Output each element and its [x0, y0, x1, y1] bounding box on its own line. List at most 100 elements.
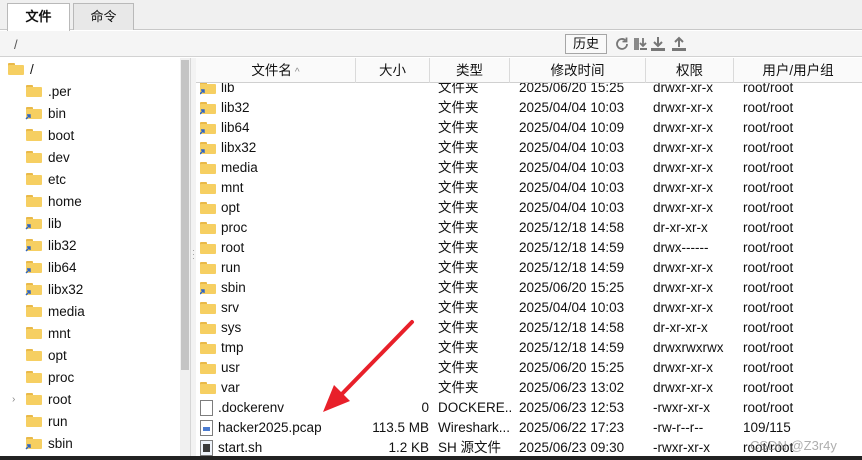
folder-link-icon — [25, 437, 42, 450]
table-row[interactable]: libx32 文件夹 2025/04/04 10:03 drwxr-xr-x root/… — [196, 138, 862, 158]
file-type-cell: 文件夹 — [438, 320, 479, 335]
sidebar-item-mnt[interactable]: mnt — [26, 322, 71, 344]
history-button[interactable]: 历史 — [565, 34, 607, 54]
file-mtime-cell: 2025/04/04 10:03 — [519, 180, 625, 195]
table-row[interactable]: root 文件夹 2025/12/18 14:59 drwx------ root/ro… — [196, 238, 862, 258]
file-size-cell — [356, 258, 429, 278]
tree-scrollbar[interactable] — [180, 58, 190, 460]
table-row[interactable]: proc 文件夹 2025/12/18 14:58 dr-xr-xr-x root/ro… — [196, 218, 862, 238]
table-row[interactable]: hacker2025.pcap 113.5 MB Wireshark... 2025/… — [196, 418, 862, 438]
file-type-cell: 文件夹 — [438, 340, 479, 355]
sidebar-item-dev[interactable]: dev — [26, 146, 70, 168]
file-permissions-cell: drwxr-xr-x — [653, 160, 713, 175]
sidebar-item-lib[interactable]: lib — [25, 212, 62, 234]
file-owner-cell: root/root — [743, 83, 794, 95]
table-row[interactable]: sys 文件夹 2025/12/18 14:58 dr-xr-xr-x root/roo… — [196, 318, 862, 338]
file-name-cell: proc — [200, 218, 356, 238]
tree-item-label: lib32 — [48, 237, 77, 253]
file-size-cell — [356, 83, 429, 98]
file-type-cell: SH 源文件 — [438, 440, 502, 455]
tab-commands[interactable]: 命令 — [73, 3, 134, 30]
file-permissions-cell: -rwxr-xr-x — [653, 440, 710, 455]
file-type-cell: 文件夹 — [438, 380, 479, 395]
column-header-owner[interactable]: 用户/用户组 — [734, 58, 862, 83]
column-header-name[interactable]: 文件名 ^ — [196, 58, 356, 83]
file-table-body: lib 文件夹 2025/06/20 15:25 drwxr-xr-x root/roo… — [196, 83, 862, 460]
sidebar-item-etc[interactable]: etc — [26, 168, 66, 190]
file-type-cell: 文件夹 — [438, 160, 479, 175]
table-row[interactable]: mnt 文件夹 2025/04/04 10:03 drwxr-xr-x root/roo… — [196, 178, 862, 198]
file-mtime-cell: 2025/06/22 17:23 — [519, 420, 625, 435]
column-header-mtime[interactable]: 修改时间 — [510, 58, 646, 83]
file-type-cell: 文件夹 — [438, 280, 479, 295]
sidebar-item-root[interactable]: root › — [12, 388, 71, 410]
tab-files[interactable]: 文件 — [7, 3, 70, 31]
sidebar-item-lib32[interactable]: lib32 — [25, 234, 77, 256]
folder-link-icon — [200, 83, 216, 95]
file-size-cell — [356, 338, 429, 358]
expand-chevron-icon[interactable]: › — [12, 394, 15, 405]
file-name-cell: start.sh — [200, 438, 356, 458]
file-permissions-cell: drwxr-xr-x — [653, 380, 713, 395]
column-header-size[interactable]: 大小 — [356, 58, 430, 83]
table-row[interactable]: srv 文件夹 2025/04/04 10:03 drwxr-xr-x root/roo… — [196, 298, 862, 318]
folder-icon — [200, 202, 216, 214]
upload-icon[interactable] — [671, 36, 687, 52]
file-name-label: start.sh — [218, 440, 263, 455]
table-row[interactable]: media 文件夹 2025/04/04 10:03 drwxr-xr-x root/r… — [196, 158, 862, 178]
sort-ascending-icon: ^ — [294, 67, 300, 78]
file-mtime-cell: 2025/12/18 14:59 — [519, 340, 625, 355]
sidebar-item-media[interactable]: media — [26, 300, 85, 322]
tree-scrollbar-thumb[interactable] — [181, 60, 189, 370]
file-size-cell — [356, 278, 429, 298]
table-row[interactable]: sbin 文件夹 2025/06/20 15:25 drwxr-xr-x root/ro… — [196, 278, 862, 298]
file-mtime-cell: 2025/04/04 10:03 — [519, 100, 625, 115]
table-row[interactable]: tmp 文件夹 2025/12/18 14:59 drwxrwxrwx root/roo… — [196, 338, 862, 358]
file-name-cell: sys — [200, 318, 356, 338]
file-name-cell: lib — [200, 83, 356, 98]
table-row[interactable]: run 文件夹 2025/12/18 14:59 drwxr-xr-x root/roo… — [196, 258, 862, 278]
sidebar-item-bin[interactable]: bin — [25, 102, 66, 124]
column-header-type[interactable]: 类型 — [430, 58, 510, 83]
directory-tree: / .per bin boot dev etc home lib lib32 lib64 libx… — [0, 58, 191, 460]
file-name-label: hacker2025.pcap — [218, 420, 322, 435]
file-permissions-cell: dr-xr-xr-x — [653, 320, 708, 335]
table-row[interactable]: opt 文件夹 2025/04/04 10:03 drwxr-xr-x root/roo… — [196, 198, 862, 218]
sidebar-item-proc[interactable]: proc — [26, 366, 74, 388]
file-list-pane: 文件名 ^ 大小 类型 修改时间 权限 用户/用户组 lib 文件夹 2025/06/… — [196, 58, 862, 460]
sidebar-item-home[interactable]: home — [26, 190, 82, 212]
column-header-permissions[interactable]: 权限 — [646, 58, 734, 83]
download-to-local-icon[interactable] — [632, 36, 648, 52]
table-row[interactable]: usr 文件夹 2025/06/20 15:25 drwxr-xr-x root/roo… — [196, 358, 862, 378]
file-size-cell — [356, 98, 429, 118]
file-type-cell: 文件夹 — [438, 140, 479, 155]
table-row[interactable]: lib64 文件夹 2025/04/04 10:09 drwxr-xr-x root/r… — [196, 118, 862, 138]
sidebar-item-boot[interactable]: boot — [26, 124, 74, 146]
table-row[interactable]: lib32 文件夹 2025/04/04 10:03 drwxr-xr-x root/r… — [196, 98, 862, 118]
folder-icon — [200, 242, 216, 254]
file-permissions-cell: drwxr-xr-x — [653, 100, 713, 115]
sidebar-item-sbin[interactable]: sbin — [25, 432, 73, 454]
file-mtime-cell: 2025/06/20 15:25 — [519, 280, 625, 295]
sidebar-item-libx32[interactable]: libx32 — [25, 278, 83, 300]
sidebar-item-run[interactable]: run — [26, 410, 68, 432]
sidebar-item-lib64[interactable]: lib64 — [25, 256, 77, 278]
file-owner-cell: root/root — [743, 260, 794, 275]
window-bottom-edge — [0, 456, 862, 460]
refresh-icon[interactable] — [614, 36, 630, 52]
file-owner-cell: 109/115 — [743, 420, 791, 435]
folder-link-icon — [200, 102, 216, 115]
folder-icon — [200, 262, 216, 274]
file-mtime-cell: 2025/04/04 10:09 — [519, 120, 625, 135]
file-name-label: libx32 — [221, 140, 257, 155]
table-row[interactable]: var 文件夹 2025/06/23 13:02 drwxr-xr-x root/roo… — [196, 378, 862, 398]
tree-root[interactable]: / — [8, 58, 34, 80]
table-row[interactable]: lib 文件夹 2025/06/20 15:25 drwxr-xr-x root/roo… — [196, 83, 862, 98]
sidebar-item-per[interactable]: .per — [26, 80, 71, 102]
sidebar-item-opt[interactable]: opt — [26, 344, 67, 366]
download-icon[interactable] — [650, 36, 666, 52]
table-row[interactable]: .dockerenv 0 DOCKERE... 2025/06/23 12:53 -rw… — [196, 398, 862, 418]
path-input[interactable] — [10, 35, 555, 53]
file-name-cell: .dockerenv — [200, 398, 356, 418]
file-size-cell — [356, 318, 429, 338]
